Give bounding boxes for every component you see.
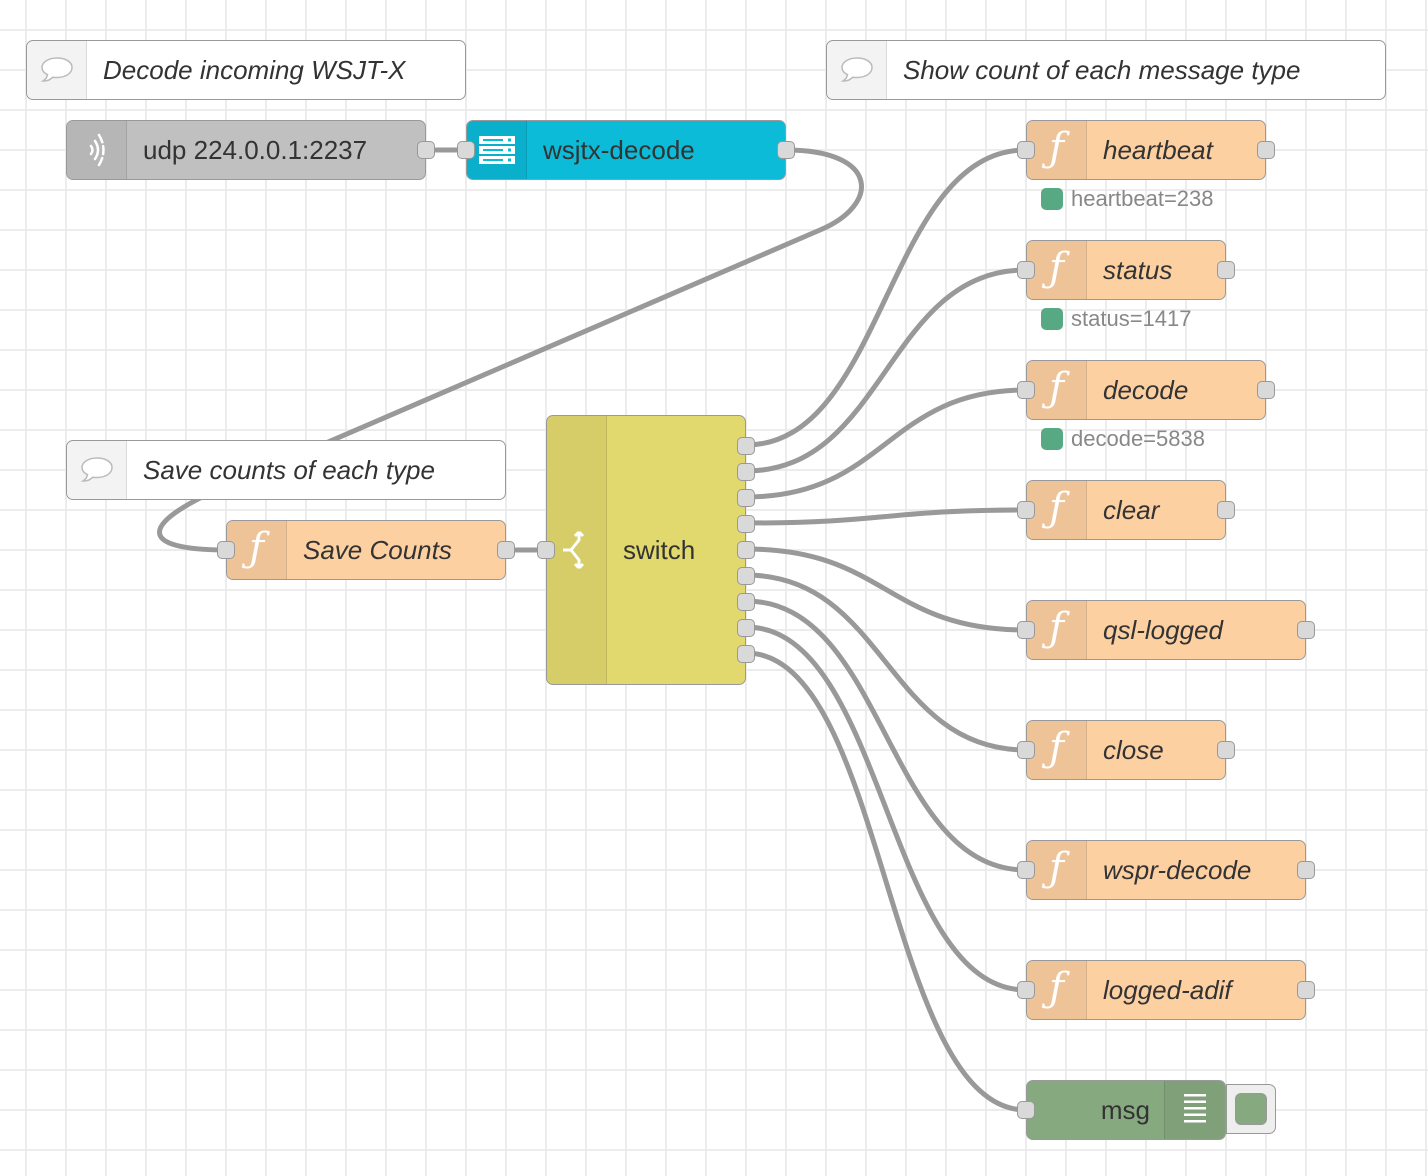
udp-in-node[interactable]: udp 224.0.0.1:2237 xyxy=(66,120,435,180)
wire-switch-to-close[interactable] xyxy=(743,572,1029,753)
function-icon: ƒ xyxy=(1027,721,1087,779)
list-icon xyxy=(1164,1081,1225,1139)
input-port[interactable] xyxy=(1017,381,1035,399)
server-icon xyxy=(467,121,527,179)
status-function-node[interactable]: ƒ status xyxy=(1017,240,1235,300)
decode-function-node[interactable]: ƒ decode xyxy=(1017,360,1275,420)
output-port-5[interactable] xyxy=(737,541,755,559)
output-port-1[interactable] xyxy=(737,437,755,455)
function-icon: ƒ xyxy=(1027,961,1087,1019)
node-label: heartbeat xyxy=(1103,134,1213,165)
output-port[interactable] xyxy=(1297,861,1315,879)
qsl-logged-function-node[interactable]: ƒ qsl-logged xyxy=(1017,600,1315,660)
node-label: decode xyxy=(1103,374,1189,405)
heartbeat-function-node[interactable]: ƒ heartbeat xyxy=(1017,120,1275,180)
comment-icon xyxy=(827,41,887,99)
output-port-4[interactable] xyxy=(737,515,755,533)
output-port-6[interactable] xyxy=(737,567,755,585)
wire-switch-to-clear[interactable] xyxy=(743,507,1029,526)
function-icon: ƒ xyxy=(1027,601,1087,659)
output-port[interactable] xyxy=(1257,381,1275,399)
comment-node-save-counts[interactable]: Save counts of each type xyxy=(66,440,506,500)
comment-node-show-count[interactable]: Show count of each message type xyxy=(826,40,1386,100)
comment-label: Save counts of each type xyxy=(143,454,435,485)
function-icon: ƒ xyxy=(1027,361,1087,419)
status-dot-icon xyxy=(1041,428,1063,450)
input-port[interactable] xyxy=(1017,501,1035,519)
comment-label: Decode incoming WSJT-X xyxy=(103,54,406,85)
debug-msg-node[interactable]: msg xyxy=(1017,1080,1226,1140)
input-port[interactable] xyxy=(1017,621,1035,639)
status-dot-icon xyxy=(1041,188,1063,210)
node-label: clear xyxy=(1103,494,1160,525)
comment-label: Show count of each message type xyxy=(903,54,1301,85)
node-label: msg xyxy=(1100,1094,1150,1125)
input-port[interactable] xyxy=(1017,1101,1035,1119)
output-port-7[interactable] xyxy=(737,593,755,611)
input-port[interactable] xyxy=(217,541,235,559)
wire-switch-to-qsl-logged[interactable] xyxy=(743,546,1029,633)
node-label: Save Counts xyxy=(303,534,452,565)
wire-switch-to-decode[interactable] xyxy=(743,387,1029,500)
switch-icon xyxy=(547,416,607,684)
input-port[interactable] xyxy=(1017,741,1035,759)
function-icon: ƒ xyxy=(1027,481,1087,539)
comment-icon xyxy=(67,441,127,499)
comment-node-decode-incoming[interactable]: Decode incoming WSJT-X xyxy=(26,40,466,100)
output-port-2[interactable] xyxy=(737,463,755,481)
output-port[interactable] xyxy=(417,141,435,159)
save-counts-function-node[interactable]: ƒ Save Counts xyxy=(217,520,515,580)
input-port[interactable] xyxy=(1017,141,1035,159)
node-label: wspr-decode xyxy=(1103,854,1252,885)
debug-toggle-indicator xyxy=(1235,1093,1267,1125)
output-port[interactable] xyxy=(1217,261,1235,279)
wire-switch-to-logged-adif[interactable] xyxy=(743,624,1029,993)
output-port[interactable] xyxy=(1217,501,1235,519)
output-port[interactable] xyxy=(1297,981,1315,999)
output-port-8[interactable] xyxy=(737,619,755,637)
output-port[interactable] xyxy=(1297,621,1315,639)
node-label: close xyxy=(1103,734,1164,765)
close-function-node[interactable]: ƒ close xyxy=(1017,720,1235,780)
debug-toggle-button[interactable] xyxy=(1226,1084,1276,1134)
node-status: status=1417 xyxy=(1041,306,1191,332)
function-icon: ƒ xyxy=(1027,241,1087,299)
radio-waves-icon xyxy=(67,121,127,179)
clear-function-node[interactable]: ƒ clear xyxy=(1017,480,1235,540)
input-port[interactable] xyxy=(457,141,475,159)
wspr-decode-function-node[interactable]: ƒ wspr-decode xyxy=(1017,840,1315,900)
node-label: udp 224.0.0.1:2237 xyxy=(143,134,368,165)
status-text: decode=5838 xyxy=(1071,426,1205,451)
node-status: heartbeat=238 xyxy=(1041,186,1214,212)
input-port[interactable] xyxy=(1017,861,1035,879)
status-text: status=1417 xyxy=(1071,306,1192,331)
output-port[interactable] xyxy=(777,141,795,159)
function-icon: ƒ xyxy=(227,521,287,579)
switch-node[interactable]: switch xyxy=(537,415,755,685)
comment-icon xyxy=(27,41,87,99)
input-port[interactable] xyxy=(1017,261,1035,279)
wire-switch-to-debug-msg[interactable] xyxy=(743,650,1029,1113)
output-port[interactable] xyxy=(497,541,515,559)
node-label: status xyxy=(1103,254,1173,285)
wire-switch-to-heartbeat[interactable] xyxy=(743,147,1029,448)
status-dot-icon xyxy=(1041,308,1063,330)
output-port[interactable] xyxy=(1257,141,1275,159)
node-label: qsl-logged xyxy=(1103,614,1223,645)
output-port-9[interactable] xyxy=(737,645,755,663)
status-text: heartbeat=238 xyxy=(1071,186,1214,211)
function-icon: ƒ xyxy=(1027,121,1087,179)
node-label: logged-adif xyxy=(1103,974,1232,1005)
wsjtx-decode-node[interactable]: wsjtx-decode xyxy=(457,120,795,180)
logged-adif-function-node[interactable]: ƒ logged-adif xyxy=(1017,960,1315,1020)
node-label: switch xyxy=(623,534,696,565)
node-label: wsjtx-decode xyxy=(543,134,695,165)
function-icon: ƒ xyxy=(1027,841,1087,899)
node-status: decode=5838 xyxy=(1041,426,1205,452)
input-port[interactable] xyxy=(537,541,555,559)
output-port-3[interactable] xyxy=(737,489,755,507)
output-port[interactable] xyxy=(1217,741,1235,759)
input-port[interactable] xyxy=(1017,981,1035,999)
